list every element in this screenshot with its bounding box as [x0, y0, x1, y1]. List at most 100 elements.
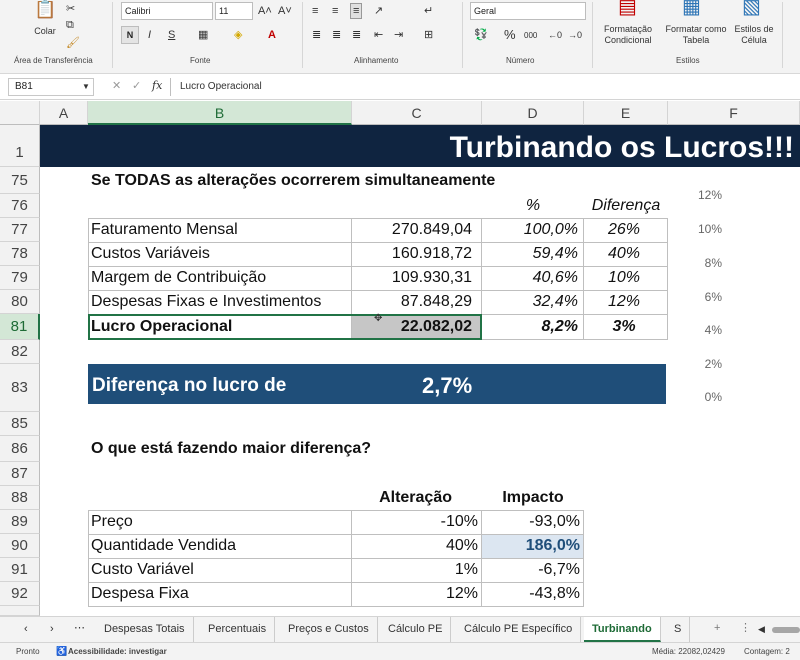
row-header-80[interactable]: 80	[0, 290, 40, 314]
table-row-diff[interactable]: 26%	[584, 221, 664, 239]
row-header-89[interactable]: 89	[0, 510, 40, 534]
table-row-pct[interactable]: 100,0%	[482, 221, 578, 239]
table-row-label[interactable]: Lucro Operacional	[91, 318, 232, 336]
decrease-indent-icon[interactable]: ⇤	[374, 28, 383, 42]
add-sheet-icon[interactable]: +	[714, 621, 720, 635]
impact-row-label[interactable]: Preço	[91, 513, 133, 531]
row-header-86[interactable]: 86	[0, 436, 40, 462]
column-header-c[interactable]: C	[352, 101, 482, 125]
tab-s[interactable]: S	[666, 617, 691, 642]
impact-row-label[interactable]: Despesa Fixa	[91, 585, 189, 603]
thousands-separator-button[interactable]: 000	[524, 29, 537, 43]
number-format-select[interactable]: Geral	[470, 2, 586, 20]
copy-icon[interactable]: ⧉	[66, 18, 74, 32]
impact-row-impact[interactable]: -93,0%	[482, 513, 580, 531]
row-header-1[interactable]: 1	[0, 125, 40, 167]
row-header-85[interactable]: 85	[0, 412, 40, 436]
tab-percentuais[interactable]: Percentuais	[200, 617, 276, 642]
row-header-81[interactable]: 81	[0, 314, 40, 340]
impact-row-impact[interactable]: 186,0%	[482, 537, 580, 555]
table-row-value[interactable]: 22.082,02	[352, 318, 472, 336]
tab-calculo-pe-especifico[interactable]: Cálculo PE Específico	[456, 617, 582, 642]
tab-despesas-totais[interactable]: Despesas Totais	[96, 617, 194, 642]
percent-button[interactable]: %	[504, 28, 516, 42]
horizontal-scrollbar[interactable]	[772, 627, 800, 633]
impact-row-impact[interactable]: -6,7%	[482, 561, 580, 579]
tab-precos-custos[interactable]: Preços e Custos	[280, 617, 378, 642]
row-header-91[interactable]: 91	[0, 558, 40, 582]
cancel-icon[interactable]: ✕	[112, 79, 121, 93]
tab-turbinando[interactable]: Turbinando	[584, 617, 661, 642]
column-header-d[interactable]: D	[482, 101, 584, 125]
align-right-icon[interactable]: ≣	[352, 28, 361, 42]
increase-decimal-icon[interactable]: ←0	[548, 28, 562, 42]
format-as-table-icon[interactable]: ▦	[682, 0, 701, 17]
fill-color-icon[interactable]: ◈	[234, 28, 242, 42]
align-middle-icon[interactable]: ≡	[332, 4, 338, 18]
table-row-pct[interactable]: 8,2%	[482, 318, 578, 336]
column-header-f[interactable]: F	[668, 101, 800, 125]
row-header-92[interactable]: 92	[0, 582, 40, 606]
align-left-icon[interactable]: ≣	[312, 28, 321, 42]
increase-indent-icon[interactable]: ⇥	[394, 28, 403, 42]
enter-icon[interactable]: ✓	[132, 79, 141, 93]
prev-sheet-icon[interactable]: ‹	[24, 622, 28, 636]
row-header-87[interactable]: 87	[0, 462, 40, 486]
row-header-83[interactable]: 83	[0, 364, 40, 412]
table-row-pct[interactable]: 59,4%	[482, 245, 578, 263]
table-row-value[interactable]: 109.930,31	[352, 269, 472, 287]
tab-calculo-pe[interactable]: Cálculo PE	[380, 617, 452, 642]
impact-row-change[interactable]: 12%	[352, 585, 478, 603]
underline-button[interactable]: S	[168, 28, 175, 42]
font-name-select[interactable]: Calibri	[121, 2, 213, 20]
row-header-88[interactable]: 88	[0, 486, 40, 510]
borders-icon[interactable]: ▦	[198, 28, 208, 42]
row-header-79[interactable]: 79	[0, 266, 40, 290]
table-row-label[interactable]: Despesas Fixas e Investimentos	[91, 293, 321, 311]
table-row-label[interactable]: Custos Variáveis	[91, 245, 210, 263]
column-header-b[interactable]: B	[88, 101, 352, 125]
font-size-select[interactable]: 11	[215, 2, 253, 20]
tab-options-icon[interactable]: ⋮	[740, 621, 751, 635]
font-color-icon[interactable]: A	[268, 28, 276, 42]
row-header-75[interactable]: 75	[0, 167, 40, 194]
column-header-a[interactable]: A	[40, 101, 88, 125]
table-row-diff[interactable]: 12%	[584, 293, 664, 311]
insert-function-icon[interactable]: fx	[152, 79, 162, 93]
conditional-formatting-icon[interactable]: ▤	[618, 0, 637, 17]
wrap-text-icon[interactable]: ↵	[424, 4, 433, 18]
accessibility-status[interactable]: Acessibilidade: investigar	[68, 643, 167, 660]
namebox-dropdown-icon[interactable]: ▼	[82, 80, 90, 94]
table-row-label[interactable]: Margem de Contribuição	[91, 269, 266, 287]
impact-row-impact[interactable]: -43,8%	[482, 585, 580, 603]
row-header-76[interactable]: 76	[0, 194, 40, 218]
accessibility-icon[interactable]: ♿	[56, 643, 67, 660]
italic-button[interactable]: I	[148, 28, 151, 42]
paste-icon[interactable]: 📋	[34, 0, 56, 18]
cell-styles-icon[interactable]: ▧	[742, 0, 761, 17]
conditional-formatting-button[interactable]: Formatação Condicional	[596, 24, 660, 46]
accounting-format-icon[interactable]: 💱	[474, 28, 488, 42]
table-row-value[interactable]: 87.848,29	[352, 293, 472, 311]
align-center-icon[interactable]: ≣	[332, 28, 341, 42]
row-header-93[interactable]	[0, 606, 40, 616]
row-header-77[interactable]: 77	[0, 218, 40, 242]
cut-icon[interactable]: ✂	[66, 2, 75, 16]
impact-row-change[interactable]: 1%	[352, 561, 478, 579]
table-row-value[interactable]: 270.849,04	[352, 221, 472, 239]
impact-row-label[interactable]: Custo Variável	[91, 561, 194, 579]
row-header-90[interactable]: 90	[0, 534, 40, 558]
more-sheets-icon[interactable]: ⋯	[74, 621, 85, 635]
grow-font-icon[interactable]: A˄	[258, 4, 272, 18]
shrink-font-icon[interactable]: A˅	[278, 4, 292, 18]
table-row-pct[interactable]: 32,4%	[482, 293, 578, 311]
row-header-78[interactable]: 78	[0, 242, 40, 266]
align-bottom-icon[interactable]: ≡	[350, 3, 363, 19]
format-as-table-button[interactable]: Formatar como Tabela	[662, 24, 730, 46]
table-row-value[interactable]: 160.918,72	[352, 245, 472, 263]
decrease-decimal-icon[interactable]: →0	[568, 28, 582, 42]
table-row-label[interactable]: Faturamento Mensal	[91, 221, 238, 239]
orientation-icon[interactable]: ↗	[374, 4, 383, 18]
table-row-diff[interactable]: 10%	[584, 269, 664, 287]
align-top-icon[interactable]: ≡	[312, 4, 318, 18]
